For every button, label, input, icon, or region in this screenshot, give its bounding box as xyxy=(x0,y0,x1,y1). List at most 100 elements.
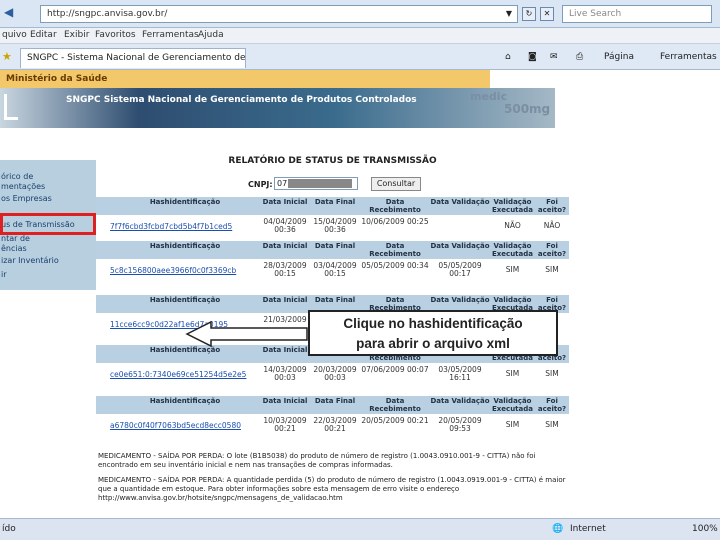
refresh-icon[interactable]: ↻ xyxy=(522,7,536,21)
table-header-row: Hashidentificação Data Inicial Data Final D… xyxy=(96,396,569,414)
table-cell-inicial: 04/04/2009 00:36 xyxy=(263,217,307,234)
table-header-cell: Hashidentificação xyxy=(149,242,221,250)
sidebar-item-sair[interactable]: ir xyxy=(0,270,96,280)
table-header-cell: Data Final xyxy=(314,242,356,250)
banner-title: SNGPC Sistema Nacional de Gerenciamento … xyxy=(66,95,417,105)
chevron-down-icon[interactable]: ▼ xyxy=(500,5,518,23)
table-header-cell: Data Recebimento xyxy=(369,397,421,413)
table-cell-exec: SIM xyxy=(505,420,520,429)
menu-bar: quivo Editar Exibir Favoritos Ferramenta… xyxy=(0,28,720,44)
hash-link[interactable]: 7f7f6cbd3fcbd7cbd5b4f7b1ced5 xyxy=(110,222,232,231)
table-cell-receb: 07/06/2009 00:07 xyxy=(361,365,429,374)
callout-arrow-icon xyxy=(185,320,308,348)
table-row: ce0e651:0:7340e69ce51254d5e2e5 14/03/2009… xyxy=(96,364,569,384)
table-cell-receb: 05/05/2009 00:34 xyxy=(361,261,429,270)
mail-icon[interactable]: ✉ xyxy=(550,52,558,62)
table-header-cell: Hashidentificação xyxy=(149,198,221,206)
page-menu[interactable]: Página xyxy=(604,52,634,62)
sidebar-item-notificar[interactable]: ntar de xyxy=(0,234,96,244)
stop-icon[interactable]: ✕ xyxy=(540,7,554,21)
url-input[interactable]: http://sngpc.anvisa.gov.br/ xyxy=(40,5,518,23)
callout-box: Clique no hashidentificação para abrir o… xyxy=(308,310,558,356)
table-cell-aceito: SIM xyxy=(545,420,559,429)
callout-line-2: para abrir o arquivo xml xyxy=(356,336,510,351)
status-bar: ído 🌐 Internet 100% xyxy=(0,518,720,540)
menu-tools[interactable]: Ferramentas xyxy=(142,30,199,40)
table-header-cell: Validação Executada xyxy=(492,397,533,413)
table-header-row: Hashidentificação Data Inicial Data Final D… xyxy=(96,241,569,259)
menu-file[interactable]: quivo xyxy=(2,30,27,40)
table-header-cell: Validação Executada xyxy=(492,242,533,258)
table-header-cell: Data Inicial xyxy=(262,242,308,250)
globe-icon: 🌐 xyxy=(552,524,564,534)
site-banner: SNGPC Sistema Nacional de Gerenciamento … xyxy=(0,88,555,128)
table-header-cell: Foi aceito? xyxy=(537,242,567,258)
sidebar-item-empresas[interactable]: os Empresas xyxy=(0,194,96,204)
consultar-button[interactable]: Consultar xyxy=(371,177,421,191)
table-cell-aceito: SIM xyxy=(545,265,559,274)
sidebar-item-inventario[interactable]: izar Inventário xyxy=(0,256,96,266)
table-header-cell: Data Final xyxy=(314,296,356,304)
table-cell-exec: NÃO xyxy=(504,221,521,230)
table-cell-aceito: SIM xyxy=(545,369,559,378)
banner-med-text: medic xyxy=(470,90,508,103)
report-title: RELATÓRIO DE STATUS DE TRANSMISSÃO xyxy=(228,156,437,166)
callout-line-1: Clique no hashidentificação xyxy=(343,316,523,331)
table-cell-receb: 10/06/2009 00:25 xyxy=(361,217,429,226)
table-header-cell: Data Final xyxy=(314,397,356,405)
table-cell-exec: SIM xyxy=(505,265,520,274)
error-message-1: MEDICAMENTO - SAÍDA POR PERDA: O lote (B… xyxy=(98,452,536,469)
sidebar-item-historico[interactable]: órico de xyxy=(0,172,96,182)
table-header-cell: Data Validação xyxy=(430,242,490,250)
hash-link[interactable]: a6780c0f40f7063bd5ecd8ecc0580 xyxy=(110,421,241,430)
table-header-cell: Foi aceito? xyxy=(537,397,567,413)
table-cell-valid: 05/05/2009 00:17 xyxy=(438,261,482,278)
tools-menu[interactable]: Ferramentas xyxy=(660,52,717,62)
table-header-cell: Data Recebimento xyxy=(369,242,421,258)
table-header-cell: Data Inicial xyxy=(262,397,308,405)
hash-link[interactable]: ce0e651:0:7340e69ce51254d5e2e5 xyxy=(110,370,246,379)
table-header-cell: Hashidentificação xyxy=(149,296,221,304)
cnpj-redacted xyxy=(288,179,352,188)
table-cell-receb: 20/05/2009 00:21 xyxy=(361,416,429,425)
table-cell-valid: 03/05/2009 16:11 xyxy=(438,365,482,382)
menu-edit[interactable]: Editar xyxy=(30,30,57,40)
menu-help[interactable]: Ajuda xyxy=(198,30,224,40)
table-row: 7f7f6cbd3fcbd7cbd5b4f7b1ced5 04/04/2009 0… xyxy=(96,216,569,236)
table-cell-inicial: 28/03/2009 00:15 xyxy=(263,261,307,278)
table-cell-final: 03/04/2009 00:15 xyxy=(313,261,357,278)
address-bar: ◀ http://sngpc.anvisa.gov.br/ ▼ ↻ ✕ Live… xyxy=(0,0,720,28)
favorites-star-icon[interactable]: ★ xyxy=(2,50,12,63)
table-header-cell: Hashidentificação xyxy=(149,397,221,405)
status-text: ído xyxy=(2,524,16,534)
feeds-icon[interactable]: ◙ xyxy=(528,52,537,62)
table-header-cell: Data Validação xyxy=(430,198,490,206)
menu-view[interactable]: Exibir xyxy=(64,30,89,40)
search-input[interactable]: Live Search xyxy=(562,5,712,23)
home-icon[interactable]: ⌂ xyxy=(505,52,511,62)
hash-link[interactable]: 5c8c156800aee3966f0c0f3369cb xyxy=(110,266,236,275)
back-icon[interactable]: ◀ xyxy=(4,5,13,19)
tab-sngpc[interactable]: SNGPC - Sistema Nacional de Gerenciament… xyxy=(20,48,246,68)
sngpc-logo-icon xyxy=(4,94,18,120)
banner-mg-text: 500mg xyxy=(504,102,551,116)
table-row: 5c8c156800aee3966f0c0f3369cb 28/03/2009 0… xyxy=(96,260,569,280)
table-row: a6780c0f40f7063bd5ecd8ecc0580 10/03/2009 … xyxy=(96,415,569,435)
sidebar-item-historico-2[interactable]: mentações xyxy=(0,182,96,192)
tab-bar: ★ SNGPC - Sistema Nacional de Gerenciame… xyxy=(0,44,720,70)
ministry-header: Ministério da Saúde xyxy=(0,70,490,88)
table-header-cell: Foi aceito? xyxy=(537,198,567,214)
table-header-row: Hashidentificação Data Inicial Data Final D… xyxy=(96,197,569,215)
table-header-cell: Data Final xyxy=(314,198,356,206)
table-header-cell: Data Inicial xyxy=(262,296,308,304)
error-message-2: MEDICAMENTO - SAÍDA POR PERDA: A quantid… xyxy=(98,476,566,502)
table-cell-final: 20/03/2009 00:03 xyxy=(313,365,357,382)
sidebar-item-ocorrencias[interactable]: ências xyxy=(0,244,96,254)
table-cell-inicial: 14/03/2009 00:03 xyxy=(263,365,307,382)
zoom-level[interactable]: 100% xyxy=(692,524,718,534)
table-cell-aceito: NÃO xyxy=(543,221,561,230)
table-header-cell: Data Validação xyxy=(430,296,490,304)
print-icon[interactable]: ⎙ xyxy=(576,52,583,62)
table-header-cell: Validação Executada xyxy=(492,198,533,214)
menu-favorites[interactable]: Favoritos xyxy=(95,30,136,40)
